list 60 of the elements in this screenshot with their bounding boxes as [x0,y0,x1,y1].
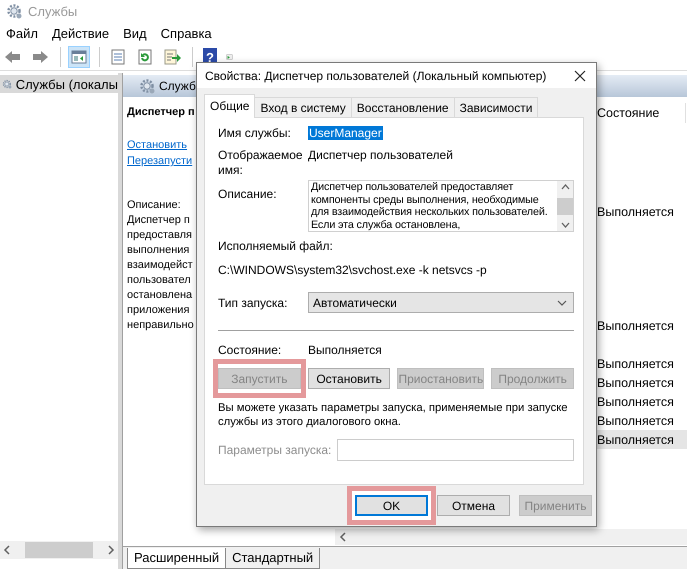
start-parameters-field[interactable] [337,439,574,461]
close-icon[interactable] [574,70,586,82]
action-link[interactable]: Остановить [127,137,188,153]
table-cell-text: Выполняется [597,432,675,446]
service-button[interactable]: Остановить [308,368,390,389]
menu-item[interactable]: Справка [160,24,212,42]
chevron-left-icon[interactable] [3,545,11,555]
dialog-button[interactable]: Отмена [437,495,510,516]
table-cell-text: Выполняется [597,318,675,332]
chevron-down-icon [560,222,570,228]
tab[interactable]: Вход в систему [254,97,352,117]
description-line: взаимодейст [127,258,193,273]
tab[interactable]: Зависимости [454,97,538,117]
window-title: Службы [28,4,78,18]
executable-path: C:\WINDOWS\system32\svchost.exe -k netsvcs -p [218,263,488,277]
chevron-right-icon[interactable] [107,545,115,555]
field-label: Состояние: [218,343,282,357]
hint-text: Вы можете указать параметры запуска, применяемые при запуске службы из этого диалогового окна. [218,401,569,429]
field-label: Описание: [218,187,278,201]
description-line: приложения [127,303,190,318]
service-name: Диспетчер п [127,105,195,120]
chevron-down-icon [557,300,567,306]
description-line: остановлена [127,288,192,303]
menu-item[interactable]: Действие [52,24,110,42]
horizontal-scrollbar[interactable] [0,541,118,559]
chevron-left-icon [339,532,347,542]
column-header[interactable]: Состояние [597,106,685,120]
pane-title: Служб [159,79,196,93]
field-label: Исполняемый файл: [218,239,334,253]
description-line: пользовател [127,273,191,288]
status-value: Выполняется [308,343,383,357]
action-link[interactable]: Перезапусти [127,153,192,169]
menu-item[interactable]: Файл [6,24,38,42]
description-label: Описание: [127,198,181,213]
menu-item[interactable]: Вид [123,24,147,42]
description-line: неправильно [127,318,194,333]
panel-icon[interactable] [68,46,90,68]
gear-icon [6,3,22,19]
tree-item-row[interactable]: Службы (локалы [0,75,118,93]
startup-type-dropdown[interactable]: Автоматически [308,292,574,313]
dialog-button[interactable]: OK [355,495,428,516]
tree-item-label: Службы (локалы [16,76,118,92]
gear-icon [139,78,155,94]
field-label: Имя службы: [218,126,292,140]
chevron-up-icon[interactable] [560,184,570,190]
view-tab[interactable]: Стандартный [225,548,320,569]
view-tab[interactable]: Расширенный [127,548,226,569]
description-line: предоставля [127,228,192,243]
description-line: Диспетчер п [127,213,190,228]
dialog-title: Свойства: Диспетчер пользователей (Локальный компьютер) [205,68,546,82]
tab[interactable]: Общие [204,94,256,118]
description-field[interactable]: Диспетчер пользователей предоставляет компоненты среды выполнения, необходимые для взаимодействия нескольких пользователей. Если эта служба остановлена, [308,180,574,232]
field-label: Тип запуска: [218,296,288,310]
service-name-field[interactable]: UserManager [308,126,383,140]
field-label: Отображаемое имя: [218,148,304,178]
horizontal-scrollbar[interactable] [335,529,687,545]
description-line: выполнения [127,243,190,258]
display-name: Диспетчер пользователей [308,148,454,162]
field-label: Параметры запуска: [218,443,332,457]
table-cell-text: Выполняется [597,356,675,370]
